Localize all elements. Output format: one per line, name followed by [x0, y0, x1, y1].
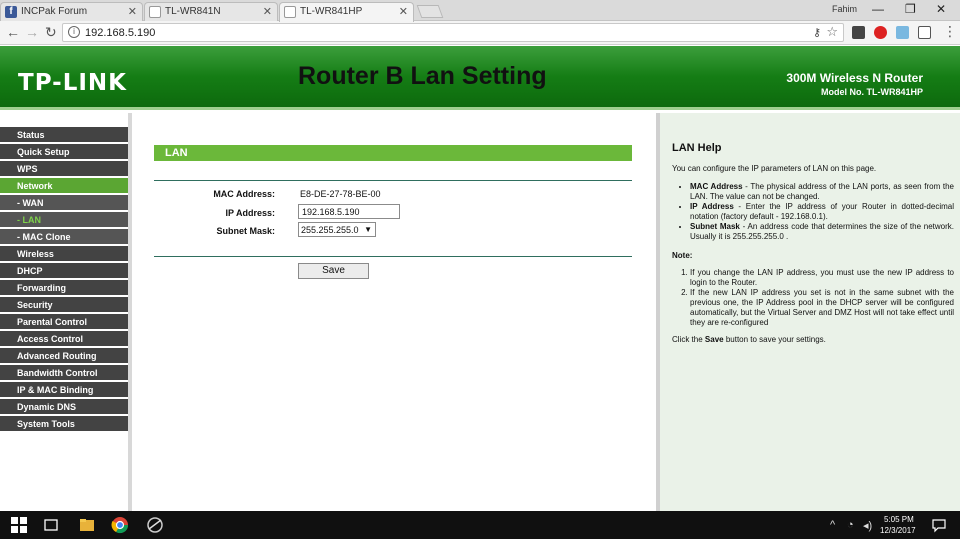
menu-item-advanced-routing[interactable]: Advanced Routing — [0, 348, 128, 364]
menu-item-dhcp[interactable]: DHCP — [0, 263, 128, 279]
tab-tl-wr841n[interactable]: TL-WR841N ✕ — [144, 2, 278, 21]
help-item-mac: MAC Address - The physical address of th… — [690, 182, 954, 202]
app-icon[interactable] — [146, 516, 164, 534]
mac-address-label: MAC Address: — [213, 189, 275, 199]
facebook-icon: f — [5, 6, 17, 18]
ip-address-label: IP Address: — [225, 208, 275, 218]
volume-icon[interactable]: ◂) — [863, 519, 872, 532]
chrome-icon[interactable] — [111, 516, 129, 534]
extension-icon[interactable] — [896, 26, 909, 39]
page-title: Router B Lan Setting — [298, 62, 547, 90]
help-note-2: If the new LAN IP address you set is not… — [690, 288, 954, 328]
subnet-mask-label: Subnet Mask: — [216, 226, 275, 236]
ip-address-value: 192.168.5.190 — [302, 207, 360, 217]
divider — [154, 256, 632, 257]
address-bar[interactable]: i 192.168.5.190 ⚷ ☆ — [62, 23, 844, 42]
menu-item-status[interactable]: Status — [0, 127, 128, 143]
clock-time[interactable]: 5:05 PM — [884, 515, 914, 524]
screen: f INCPak Forum ✕ TL-WR841N ✕ TL-WR841HP … — [0, 0, 960, 539]
help-title: LAN Help — [672, 142, 722, 154]
adblock-icon[interactable] — [874, 26, 887, 39]
help-save-hint: Click the Save button to save your setti… — [672, 335, 826, 344]
page-icon — [284, 6, 296, 18]
menu-dots-icon[interactable]: ⋮ — [943, 23, 957, 40]
menu-item-forwarding[interactable]: Forwarding — [0, 280, 128, 296]
subnet-mask-value: 255.255.255.0 — [301, 225, 359, 235]
windows-start-icon[interactable] — [10, 516, 28, 534]
help-definitions: MAC Address - The physical address of th… — [690, 182, 954, 242]
key-icon[interactable]: ⚷ — [813, 26, 821, 39]
help-intro: You can configure the IP parameters of L… — [672, 164, 877, 173]
taskbar: ^ ◔ ◂) 5:05 PM 12/3/2017 — [0, 511, 960, 539]
clock-date[interactable]: 12/3/2017 — [880, 526, 916, 535]
tab-label: INCPak Forum — [21, 6, 88, 17]
tab-label: TL-WR841N — [165, 6, 221, 17]
menu-item-bandwidth-control[interactable]: Bandwidth Control — [0, 365, 128, 381]
maximize-icon[interactable]: ❐ — [905, 2, 916, 16]
cast-icon[interactable] — [918, 26, 931, 39]
url-text[interactable]: 192.168.5.190 — [85, 27, 155, 39]
task-view-icon[interactable] — [42, 516, 60, 534]
help-notes: If you change the LAN IP address, you mu… — [690, 268, 954, 328]
close-tab-icon[interactable]: ✕ — [128, 5, 137, 18]
close-tab-icon[interactable]: ✕ — [399, 5, 408, 18]
section-title: LAN — [154, 145, 632, 161]
dropdown-arrow-icon: ▼ — [364, 225, 372, 234]
product-name: 300M Wireless N Router — [786, 71, 923, 85]
menu-item-ip-mac-binding[interactable]: IP & MAC Binding — [0, 382, 128, 398]
forward-arrow-icon[interactable]: → — [25, 24, 39, 40]
info-icon[interactable]: i — [68, 26, 80, 38]
bookmark-star-icon[interactable]: ☆ — [826, 24, 838, 40]
mac-address-value: E8-DE-27-78-BE-00 — [300, 189, 381, 199]
profile-name[interactable]: Fahim — [832, 4, 857, 14]
menu-item-lan[interactable]: - LAN — [0, 212, 128, 228]
extension-download-icon[interactable] — [852, 26, 865, 39]
model-number: Model No. TL-WR841HP — [820, 87, 923, 97]
save-button[interactable]: Save — [298, 263, 369, 279]
tab-incpak-forum[interactable]: f INCPak Forum ✕ — [0, 2, 143, 21]
menu-item-parental-control[interactable]: Parental Control — [0, 314, 128, 330]
menu-item-wireless[interactable]: Wireless — [0, 246, 128, 262]
menu-item-wan[interactable]: - WAN — [0, 195, 128, 211]
help-note-1: If you change the LAN IP address, you mu… — [690, 268, 954, 288]
divider — [154, 180, 632, 181]
minimize-icon[interactable]: — — [872, 2, 884, 16]
tray-chevron-up-icon[interactable]: ^ — [830, 519, 835, 531]
menu-item-mac-clone[interactable]: - MAC Clone — [0, 229, 128, 245]
menu-item-wps[interactable]: WPS — [0, 161, 128, 177]
help-item-mask: Subnet Mask - An address code that deter… — [690, 222, 954, 242]
new-tab-button[interactable] — [416, 5, 444, 18]
back-arrow-icon[interactable]: ← — [6, 24, 20, 40]
notifications-icon[interactable] — [930, 516, 948, 534]
close-window-icon[interactable]: ✕ — [936, 2, 946, 16]
page-icon — [149, 6, 161, 18]
network-icon[interactable]: ◔ — [847, 519, 854, 531]
tab-label: TL-WR841HP — [300, 6, 363, 17]
menu-item-security[interactable]: Security — [0, 297, 128, 313]
subnet-mask-select[interactable]: 255.255.255.0 ▼ — [298, 222, 376, 237]
help-panel: LAN Help You can configure the IP parame… — [656, 113, 960, 511]
tab-tl-wr841hp[interactable]: TL-WR841HP ✕ — [279, 2, 414, 22]
help-item-ip: IP Address - Enter the IP address of you… — [690, 202, 954, 222]
lan-settings-panel: LAN MAC Address: E8-DE-27-78-BE-00 IP Ad… — [132, 113, 656, 511]
tp-link-logo: TP-LINK — [18, 70, 127, 96]
help-note-label: Note: — [672, 251, 693, 260]
browser-tab-bar: f INCPak Forum ✕ TL-WR841N ✕ TL-WR841HP … — [0, 0, 960, 22]
menu-item-system-tools[interactable]: System Tools — [0, 416, 128, 432]
browser-toolbar: ← → ↻ i 192.168.5.190 ⚷ ☆ ⋮ — [0, 21, 960, 45]
close-tab-icon[interactable]: ✕ — [263, 5, 272, 18]
menu-item-access-control[interactable]: Access Control — [0, 331, 128, 347]
menu-item-dynamic-dns[interactable]: Dynamic DNS — [0, 399, 128, 415]
menu-item-quick-setup[interactable]: Quick Setup — [0, 144, 128, 160]
ip-address-input[interactable]: 192.168.5.190 — [298, 204, 400, 219]
router-header: TP-LINK Router B Lan Setting 300M Wirele… — [0, 46, 960, 110]
file-explorer-icon[interactable] — [78, 516, 96, 534]
router-menu: Status Quick Setup WPS Network - WAN - L… — [0, 113, 132, 511]
menu-item-network[interactable]: Network — [0, 178, 128, 194]
reload-icon[interactable]: ↻ — [45, 24, 57, 41]
